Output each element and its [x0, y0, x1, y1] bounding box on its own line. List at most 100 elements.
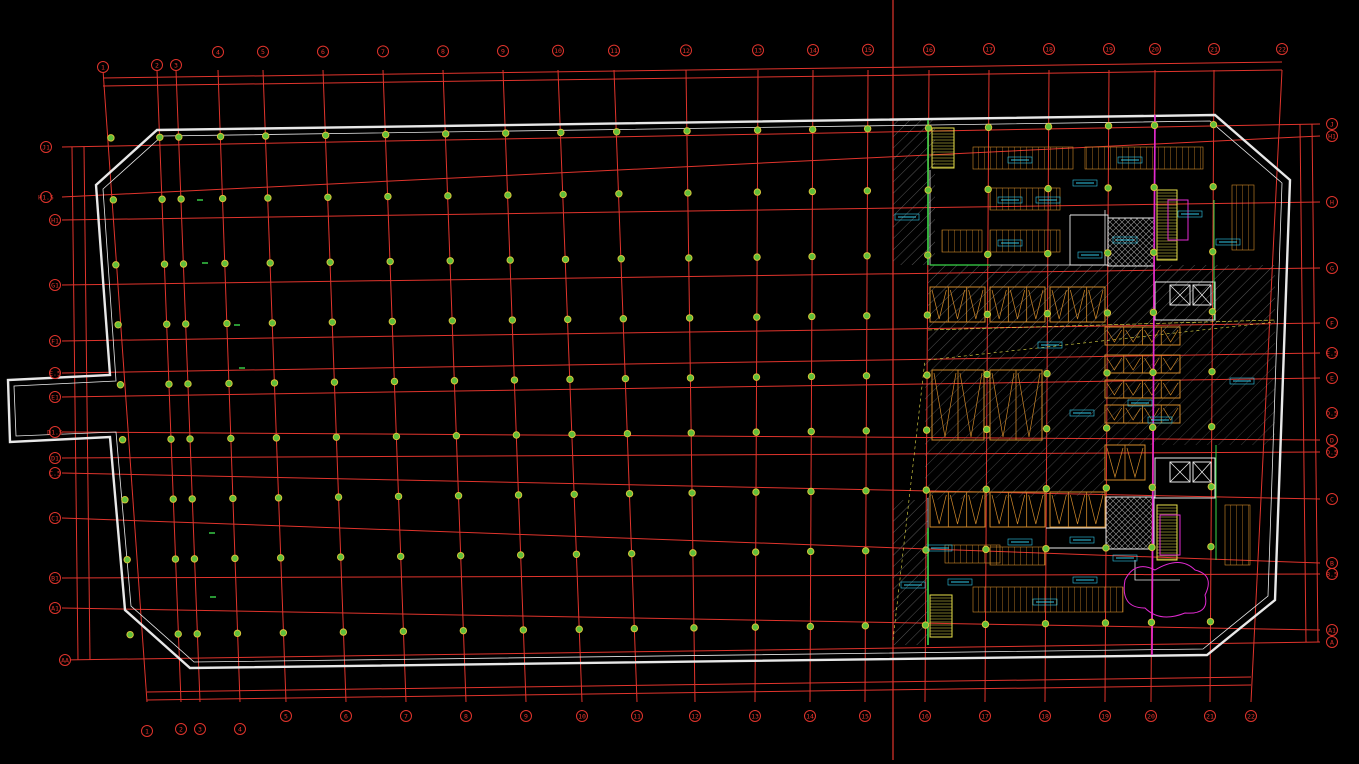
- axis-bubble-bottom: 22: [1245, 710, 1257, 722]
- axis-bubble-label: D.5: [1326, 448, 1338, 456]
- column: [508, 316, 517, 324]
- stall-mark: [1069, 494, 1086, 525]
- column: [617, 255, 625, 263]
- axis-bubble-bottom: 20: [1145, 710, 1157, 722]
- column: [753, 188, 762, 196]
- column: [1103, 309, 1112, 317]
- stall-mark: [949, 494, 966, 525]
- axis-bubble-right: B: [1326, 557, 1338, 569]
- column: [685, 314, 694, 322]
- column: [807, 487, 815, 496]
- axis-line-v: [322, 69, 347, 703]
- stall-mark: [1106, 447, 1124, 479]
- axis-bubble-label: 5: [261, 48, 265, 56]
- column: [339, 628, 348, 636]
- column: [186, 435, 194, 443]
- axis-bubble-label: 8: [441, 48, 445, 56]
- axis-bubble-label: C: [1330, 495, 1334, 503]
- column: [386, 257, 394, 266]
- column: [512, 431, 521, 439]
- axis-bubble-label: 1: [145, 727, 149, 735]
- column: [452, 432, 461, 440]
- axis-bubble-label: H1.5: [38, 193, 54, 201]
- column: [688, 489, 696, 497]
- dimension-line: [102, 61, 1283, 79]
- column: [1102, 424, 1111, 432]
- axis-line-h: [61, 123, 1321, 148]
- axis-bubble-top: 21: [1208, 43, 1220, 55]
- axis-bubble-top: 7: [377, 45, 389, 58]
- column: [116, 381, 125, 389]
- column: [808, 252, 816, 261]
- axis-bubble-label: 10: [554, 47, 562, 55]
- column: [218, 194, 227, 203]
- column: [683, 127, 691, 135]
- axis-bubble-label: 8: [464, 712, 468, 720]
- room-wall: [1069, 214, 1109, 266]
- stair-core-sw: [929, 594, 953, 638]
- revision-cloud: [1123, 562, 1209, 618]
- column: [982, 485, 990, 494]
- column: [336, 553, 345, 561]
- axis-bubble-right: E.5: [1326, 347, 1338, 359]
- column: [982, 545, 990, 554]
- axis-bubble-label: F1: [51, 337, 59, 345]
- column: [510, 376, 519, 384]
- axis-bubble-label: D1.5: [47, 428, 63, 436]
- axis-bubble-label: 6: [321, 48, 325, 56]
- dimension-line: [71, 146, 79, 661]
- axis-bubble-top: 13: [752, 44, 764, 57]
- column: [188, 495, 196, 503]
- column: [923, 311, 932, 319]
- column: [193, 630, 201, 638]
- axis-bubble-right: G: [1326, 262, 1338, 274]
- axis-bubble-label: 19: [1101, 712, 1109, 720]
- column: [1042, 544, 1050, 553]
- axis-bubble-top: 19: [1103, 43, 1115, 55]
- axis-line-h: [61, 573, 1321, 579]
- axis-bubble-label: 14: [809, 46, 817, 54]
- axis-bubble-top: 3: [170, 59, 182, 71]
- column: [1104, 122, 1113, 130]
- axis-bubble-label: 7: [381, 48, 385, 56]
- equipment-room: [1105, 496, 1155, 550]
- column: [752, 373, 761, 381]
- column: [984, 123, 993, 132]
- column: [384, 192, 392, 201]
- lift-cross: [1192, 461, 1212, 483]
- column: [279, 629, 288, 637]
- column: [1041, 619, 1050, 628]
- axis-bubble-top: 10: [552, 44, 564, 57]
- column: [274, 494, 283, 502]
- stall-row: [1231, 184, 1255, 251]
- column: [1148, 483, 1156, 492]
- column: [566, 375, 574, 384]
- column: [922, 426, 931, 434]
- axis-bubble-label: 6: [344, 712, 348, 720]
- column: [1044, 184, 1052, 193]
- axis-bubble-label: G: [1330, 264, 1334, 272]
- axis-bubble-bottom: 18: [1039, 710, 1051, 722]
- axis-bubble-label: 4: [216, 48, 220, 56]
- column: [1147, 618, 1156, 627]
- column: [685, 254, 693, 262]
- column: [169, 495, 177, 503]
- axis-bubble-bottom: 14: [804, 710, 816, 722]
- stall-row: [989, 546, 1046, 566]
- column: [924, 124, 933, 132]
- column: [1043, 369, 1051, 378]
- axis-line-v: [557, 69, 583, 703]
- hatch-zone: [1105, 320, 1275, 445]
- column: [182, 320, 190, 328]
- column: [171, 555, 180, 563]
- column: [983, 370, 991, 379]
- cad-canvas[interactable]: 1 2 3 4 5 6 7 8 9 10 11 12 13 14 15 16 17 18 19 20 21 22 1 2 3 4 5…: [0, 0, 1359, 760]
- column: [861, 622, 870, 630]
- axis-bubble-left: C.5: [49, 467, 61, 479]
- stall-row: [972, 586, 1124, 613]
- lift-core: [1192, 461, 1212, 483]
- axis-bubble-bottom: 6: [340, 710, 352, 722]
- axis-bubble-label: D: [1330, 436, 1334, 444]
- column: [114, 321, 122, 329]
- axis-bubble-label: 14: [806, 712, 814, 720]
